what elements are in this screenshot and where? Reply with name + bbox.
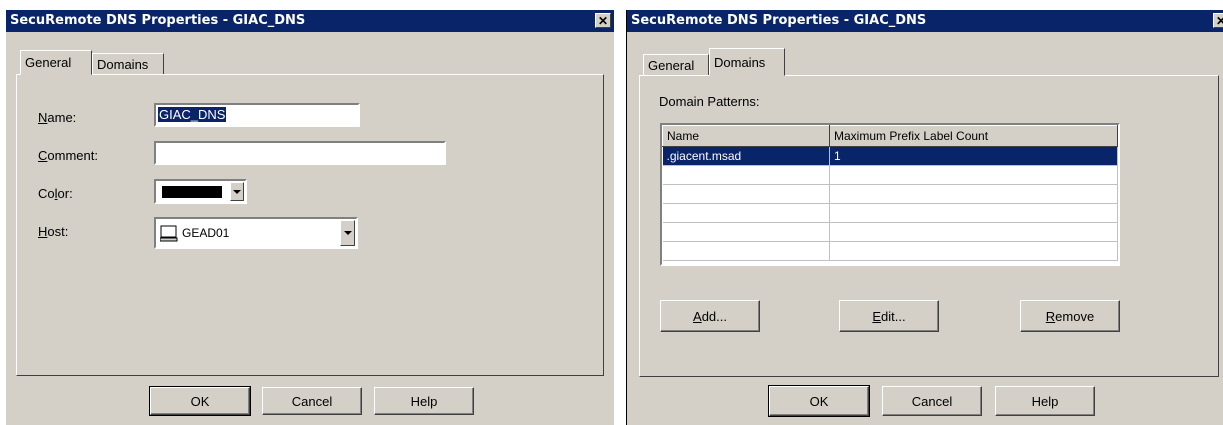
table-row[interactable] [662, 184, 1118, 204]
table-row[interactable] [662, 222, 1118, 242]
help-button[interactable]: Help [374, 387, 474, 415]
table-row[interactable] [662, 203, 1118, 223]
ok-button[interactable]: OK [768, 385, 870, 417]
column-header-name[interactable]: Name [662, 125, 830, 147]
title-bar[interactable]: SecuRemote DNS Properties - GIAC_DNS ✕ [6, 10, 614, 32]
color-select[interactable] [154, 179, 247, 204]
help-button[interactable]: Help [995, 386, 1095, 416]
color-swatch [162, 186, 222, 198]
window-title: SecuRemote DNS Properties - GIAC_DNS [10, 13, 306, 28]
tab-general[interactable]: General [20, 50, 92, 75]
comment-input[interactable] [154, 141, 446, 165]
remove-button[interactable]: Remove [1020, 300, 1120, 332]
ok-button[interactable]: OK [149, 386, 251, 416]
cell-count: 1 [829, 146, 1118, 166]
computer-icon [160, 225, 178, 242]
tab-domains[interactable]: Domains [92, 53, 164, 75]
dns-properties-dialog-domains: SecuRemote DNS Properties - GIAC_DNS ✕ G… [626, 10, 1223, 425]
close-icon[interactable]: ✕ [1213, 13, 1223, 28]
edit-button[interactable]: Edit... [839, 300, 939, 332]
cancel-button[interactable]: Cancel [882, 386, 982, 416]
name-input[interactable]: GIAC_DNS [154, 103, 360, 127]
host-select[interactable]: GEAD01 [154, 217, 358, 249]
host-label: Host: [38, 224, 69, 239]
column-header-max-prefix[interactable]: Maximum Prefix Label Count [829, 125, 1118, 147]
chevron-down-icon[interactable] [340, 220, 355, 246]
chevron-down-icon[interactable] [230, 182, 244, 201]
table-row[interactable]: .giacent.msad 1 [662, 146, 1118, 166]
cell-name: .giacent.msad [662, 146, 830, 166]
table-row[interactable] [662, 241, 1118, 261]
tab-domains[interactable]: Domains [709, 48, 785, 76]
cancel-button[interactable]: Cancel [262, 387, 362, 415]
add-button[interactable]: Add... [660, 300, 760, 332]
window-title: SecuRemote DNS Properties - GIAC_DNS [631, 13, 927, 28]
domain-patterns-table[interactable]: Name Maximum Prefix Label Count .giacent… [660, 123, 1120, 266]
host-value: GEAD01 [182, 226, 230, 240]
tab-general[interactable]: General [643, 54, 709, 76]
domain-patterns-label: Domain Patterns: [659, 94, 760, 109]
name-label: Name: [38, 110, 77, 125]
dns-properties-dialog-general: SecuRemote DNS Properties - GIAC_DNS ✕ G… [6, 10, 614, 425]
comment-label: Comment: [38, 148, 98, 163]
title-bar[interactable]: SecuRemote DNS Properties - GIAC_DNS ✕ [627, 10, 1223, 32]
color-label: Color: [38, 186, 73, 201]
close-icon[interactable]: ✕ [595, 13, 611, 28]
table-row[interactable] [662, 165, 1118, 185]
